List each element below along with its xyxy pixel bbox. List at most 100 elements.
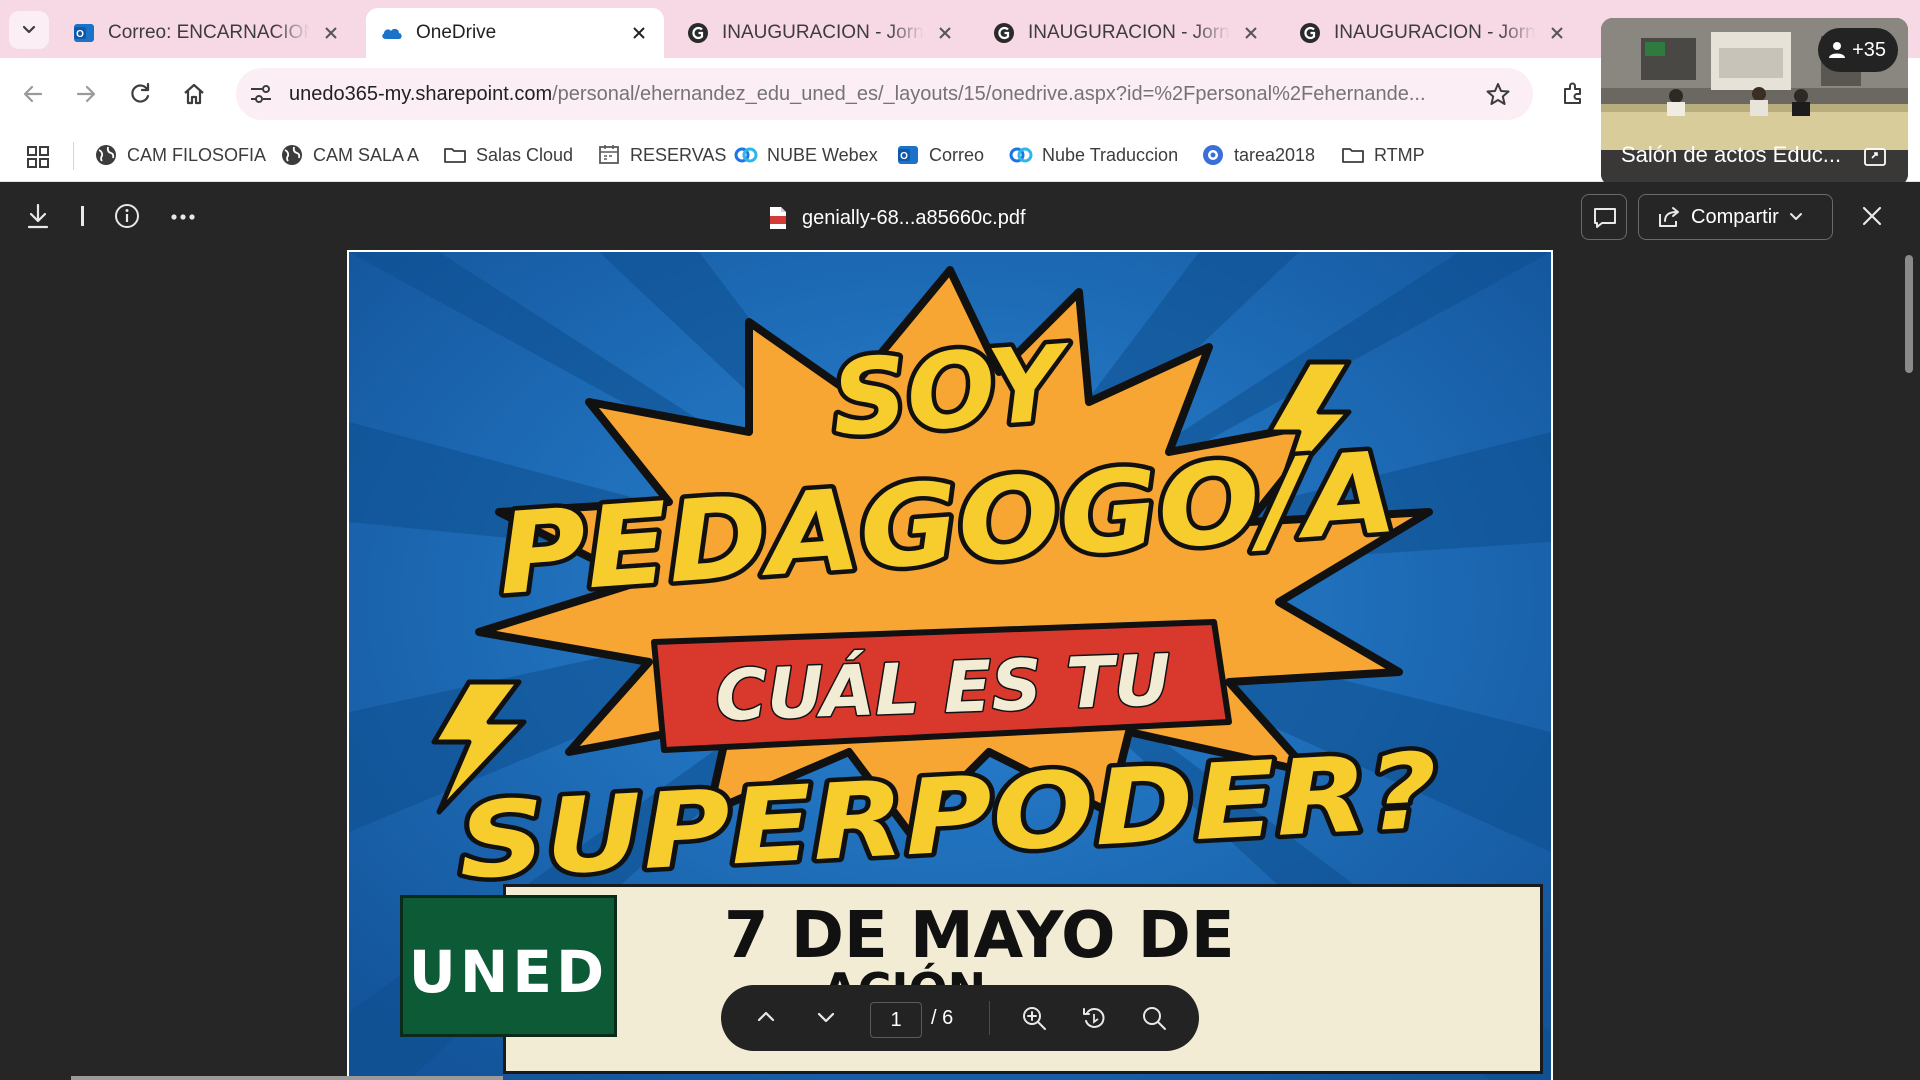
url-path: /personal/ehernandez_edu_uned_es/_layout… <box>552 83 1426 105</box>
genially-icon <box>994 23 1014 43</box>
onedrive-icon <box>382 28 402 39</box>
date-line-1: 7 DE MAYO DE <box>724 899 1235 973</box>
site-settings-icon[interactable] <box>248 81 274 107</box>
participants-badge[interactable]: +35 <box>1818 28 1898 72</box>
close-viewer-icon[interactable] <box>1860 204 1884 228</box>
folder-icon <box>1342 148 1364 163</box>
horizontal-scrollbar[interactable] <box>71 1076 503 1080</box>
close-icon <box>1551 27 1563 39</box>
bookmark-label: RTMP <box>1374 144 1425 165</box>
bookmark-label: CAM SALA A <box>313 144 420 165</box>
apps-grid-icon[interactable] <box>26 145 50 169</box>
tab-title: INAUGURACION - Jornadas <box>1334 22 1536 43</box>
bookmarks-divider <box>73 142 74 170</box>
close-icon <box>1245 27 1257 39</box>
tab-inauguracion-2[interactable]: INAUGURACION - Jornadas <box>978 8 1276 58</box>
tab-close-button[interactable] <box>320 22 342 44</box>
bookmark-nube-webex[interactable]: NUBE Webex <box>734 140 878 170</box>
vertical-scrollbar[interactable] <box>1905 255 1913 373</box>
bookmark-cam-filosofia[interactable]: CAM FILOSOFIA <box>94 140 266 170</box>
bookmark-cam-sala-a[interactable]: CAM SALA A <box>280 140 419 170</box>
share-label: Compartir <box>1691 205 1779 228</box>
headline-line-3: SUPERPODER? <box>456 729 1441 902</box>
bookmark-rtmp[interactable]: RTMP <box>1341 140 1425 170</box>
zoom-in-icon[interactable] <box>1021 1005 1047 1031</box>
close-icon <box>325 27 337 39</box>
page-number-input[interactable]: 1 <box>870 1002 922 1038</box>
bookmark-label: RESERVAS <box>630 144 727 165</box>
home-icon[interactable] <box>180 80 208 108</box>
tab-close-button[interactable] <box>934 22 956 44</box>
banner-text: CUÁL ES TU <box>714 639 1172 737</box>
reload-icon[interactable] <box>126 80 154 108</box>
url-host: unedo365-my.sharepoint.com <box>289 83 553 105</box>
url-text[interactable]: unedo365-my.sharepoint.com/personal/eher… <box>289 68 1464 120</box>
outlook-icon: O <box>74 24 94 42</box>
tab-title: OneDrive <box>416 22 497 43</box>
uned-logo-text: UNED <box>408 938 609 1006</box>
tab-inauguracion-1[interactable]: INAUGURACION - Jornadas <box>672 8 970 58</box>
comments-button[interactable] <box>1581 194 1627 240</box>
genially-icon <box>688 23 708 43</box>
bookmark-label: Salas Cloud <box>476 144 574 165</box>
bookmark-star-icon[interactable] <box>1485 81 1511 107</box>
download-icon[interactable] <box>26 203 50 229</box>
genially-icon <box>1300 23 1320 43</box>
webex-icon <box>1009 147 1033 163</box>
bookmark-label: tarea2018 <box>1234 144 1316 165</box>
chevron-down-icon <box>1789 213 1802 220</box>
page-total: / 6 <box>931 1007 954 1029</box>
bookmark-label: Correo <box>929 144 985 165</box>
video-call-overlay[interactable]: +35 Salón de actos Educ... <box>1601 18 1908 186</box>
calendar-icon <box>599 145 619 164</box>
filename-text: genially-68...a85660c.pdf <box>802 206 1026 229</box>
more-options-icon[interactable] <box>170 213 196 221</box>
chevron-down-icon <box>22 25 36 34</box>
tab-title: INAUGURACION - Jornadas <box>1028 22 1230 43</box>
next-page-icon[interactable] <box>814 1005 838 1029</box>
svg-text:O: O <box>900 151 908 162</box>
rotate-icon[interactable] <box>1081 1005 1107 1031</box>
bookmark-nube-traduccion[interactable]: Nube Traduccion <box>1009 140 1178 170</box>
outlook-icon: O <box>898 146 918 164</box>
pagebar-divider <box>989 1001 990 1035</box>
info-icon[interactable] <box>114 203 140 229</box>
pdf-page[interactable]: SOY PEDAGOGO/A CUÁL ES TU SUPERPODER? 7 … <box>347 250 1553 1080</box>
headline-line-2: PEDAGOGO/A <box>494 428 1401 620</box>
tab-correo[interactable]: O Correo: ENCARNACION HERNANDEZ <box>58 8 356 58</box>
tab-close-button[interactable] <box>1546 22 1568 44</box>
forward-arrow-icon[interactable] <box>72 80 100 108</box>
pdf-file-icon <box>770 207 786 229</box>
search-icon[interactable] <box>1141 1005 1167 1031</box>
uned-logo: UNED <box>400 895 617 1037</box>
extensions-icon[interactable] <box>1559 80 1587 108</box>
address-bar[interactable]: unedo365-my.sharepoint.com/personal/eher… <box>236 68 1533 120</box>
header-divider <box>81 206 84 226</box>
tab-title: Correo: ENCARNACION HERNANDEZ <box>108 22 310 43</box>
back-arrow-icon[interactable] <box>19 80 47 108</box>
tab-inauguracion-3[interactable]: INAUGURACION - Jornadas <box>1284 8 1582 58</box>
bookmark-salas-cloud[interactable]: Salas Cloud <box>443 140 573 170</box>
tab-close-button[interactable] <box>628 22 650 44</box>
tab-close-button[interactable] <box>1240 22 1262 44</box>
comment-icon <box>1594 208 1616 228</box>
tab-onedrive[interactable]: OneDrive <box>366 8 664 58</box>
bookmark-tarea2018[interactable]: tarea2018 <box>1201 140 1315 170</box>
globe-icon <box>282 145 302 165</box>
folder-icon <box>444 148 466 163</box>
share-button[interactable]: Compartir <box>1638 194 1833 240</box>
globe-icon <box>96 145 116 165</box>
document-filename: genially-68...a85660c.pdf <box>768 205 1026 231</box>
expand-video-icon[interactable] <box>1864 148 1886 166</box>
bookmark-label: NUBE Webex <box>767 144 878 165</box>
headline-line-1: SOY <box>828 322 1077 460</box>
person-icon <box>1829 42 1846 58</box>
bookmark-label: Nube Traduccion <box>1042 144 1179 165</box>
bookmark-correo[interactable]: O Correo <box>896 140 984 170</box>
svg-text:O: O <box>76 29 84 40</box>
bookmark-reservas[interactable]: RESERVAS <box>597 140 726 170</box>
share-icon <box>1659 207 1679 227</box>
video-caption: Salón de actos Educ... <box>1621 142 1842 167</box>
previous-page-icon[interactable] <box>754 1005 778 1029</box>
tab-search-button[interactable] <box>9 11 49 49</box>
